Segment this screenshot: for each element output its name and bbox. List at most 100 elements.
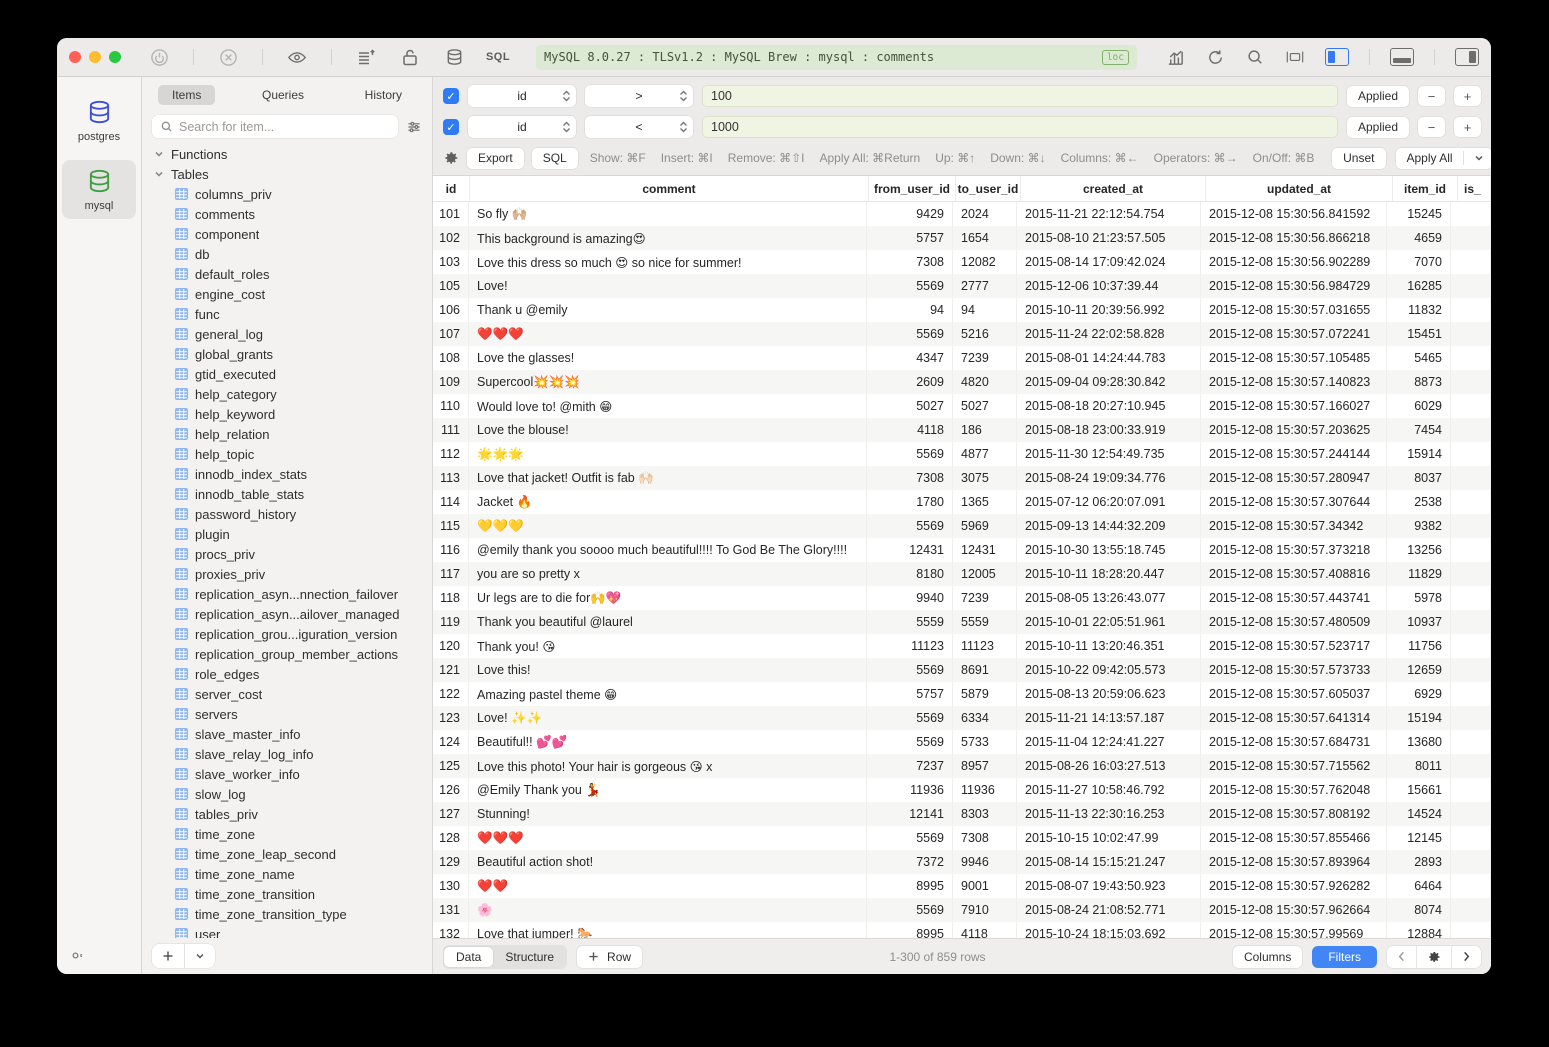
cell-from_user_id[interactable]: 5569 xyxy=(867,442,953,466)
cell-comment[interactable]: Supercool💥💥💥 xyxy=(469,370,867,394)
tree-section-tables[interactable]: Tables xyxy=(142,164,432,184)
sidebar-table-item[interactable]: innodb_table_stats xyxy=(142,484,432,504)
cell-item_id[interactable]: 13256 xyxy=(1387,538,1451,562)
cell-from_user_id[interactable]: 12141 xyxy=(867,802,953,826)
sidebar-table-item[interactable]: replication_group_member_actions xyxy=(142,644,432,664)
sql-icon[interactable]: SQL xyxy=(488,47,508,67)
cell-is[interactable] xyxy=(1451,370,1491,394)
sidebar-table-item[interactable]: time_zone_transition_type xyxy=(142,904,432,924)
cell-comment[interactable]: Thank you! 😘 xyxy=(469,634,867,658)
cell-item_id[interactable]: 13680 xyxy=(1387,730,1451,754)
cell-from_user_id[interactable]: 5757 xyxy=(867,226,953,250)
cell-is[interactable] xyxy=(1451,922,1491,938)
cell-updated_at[interactable]: 2015-12-08 15:30:57.480509 xyxy=(1201,610,1387,634)
cell-id[interactable]: 120 xyxy=(433,634,469,658)
cell-is[interactable] xyxy=(1451,274,1491,298)
cell-from_user_id[interactable]: 5569 xyxy=(867,706,953,730)
cell-comment[interactable]: Thank u @emily xyxy=(469,298,867,322)
cell-created_at[interactable]: 2015-10-15 10:02:47.99 xyxy=(1017,826,1201,850)
cell-updated_at[interactable]: 2015-12-08 15:30:57.34342 xyxy=(1201,514,1387,538)
refresh-icon[interactable] xyxy=(1205,47,1225,67)
cell-from_user_id[interactable]: 5569 xyxy=(867,322,953,346)
cell-id[interactable]: 125 xyxy=(433,754,469,778)
cell-id[interactable]: 124 xyxy=(433,730,469,754)
cell-id[interactable]: 110 xyxy=(433,394,469,418)
cell-id[interactable]: 132 xyxy=(433,922,469,938)
cell-created_at[interactable]: 2015-09-04 09:28:30.842 xyxy=(1017,370,1201,394)
cell-is[interactable] xyxy=(1451,538,1491,562)
cell-id[interactable]: 101 xyxy=(433,202,469,226)
cell-comment[interactable]: Love! ✨✨ xyxy=(469,706,867,730)
cell-id[interactable]: 111 xyxy=(433,418,469,442)
cell-is[interactable] xyxy=(1451,706,1491,730)
cell-id[interactable]: 109 xyxy=(433,370,469,394)
cell-created_at[interactable]: 2015-08-18 23:00:33.919 xyxy=(1017,418,1201,442)
cell-is[interactable] xyxy=(1451,850,1491,874)
cell-from_user_id[interactable]: 11123 xyxy=(867,634,953,658)
cell-updated_at[interactable]: 2015-12-08 15:30:56.866218 xyxy=(1201,226,1387,250)
cell-comment[interactable]: 🌸 xyxy=(469,898,867,922)
cell-to_user_id[interactable]: 5216 xyxy=(953,322,1017,346)
cell-id[interactable]: 106 xyxy=(433,298,469,322)
cell-item_id[interactable]: 15245 xyxy=(1387,202,1451,226)
cell-id[interactable]: 130 xyxy=(433,874,469,898)
cell-id[interactable]: 123 xyxy=(433,706,469,730)
cell-item_id[interactable]: 2538 xyxy=(1387,490,1451,514)
cell-updated_at[interactable]: 2015-12-08 15:30:57.031655 xyxy=(1201,298,1387,322)
filter-settings-gear-icon[interactable] xyxy=(443,150,459,166)
cell-is[interactable] xyxy=(1451,322,1491,346)
cell-id[interactable]: 128 xyxy=(433,826,469,850)
tree-section-functions[interactable]: Functions xyxy=(142,144,432,164)
sidebar-table-item[interactable]: columns_priv xyxy=(142,184,432,204)
cell-from_user_id[interactable]: 8180 xyxy=(867,562,953,586)
cell-is[interactable] xyxy=(1451,826,1491,850)
apply-all-button[interactable]: Apply All xyxy=(1396,148,1492,169)
cell-id[interactable]: 114 xyxy=(433,490,469,514)
columns-button[interactable]: Columns xyxy=(1233,946,1302,968)
cell-is[interactable] xyxy=(1451,634,1491,658)
cell-id[interactable]: 118 xyxy=(433,586,469,610)
cell-item_id[interactable]: 7454 xyxy=(1387,418,1451,442)
cell-created_at[interactable]: 2015-08-01 14:24:44.783 xyxy=(1017,346,1201,370)
cell-created_at[interactable]: 2015-08-24 21:08:52.771 xyxy=(1017,898,1201,922)
cell-created_at[interactable]: 2015-11-21 22:12:54.754 xyxy=(1017,202,1201,226)
next-page-button[interactable] xyxy=(1451,946,1481,968)
column-header-from_user_id[interactable]: from_user_id xyxy=(869,176,956,201)
cell-created_at[interactable]: 2015-08-18 20:27:10.945 xyxy=(1017,394,1201,418)
cell-id[interactable]: 117 xyxy=(433,562,469,586)
cell-to_user_id[interactable]: 4877 xyxy=(953,442,1017,466)
cell-comment[interactable]: Thank you beautiful @laurel xyxy=(469,610,867,634)
cell-created_at[interactable]: 2015-08-26 16:03:27.513 xyxy=(1017,754,1201,778)
sidebar-table-item[interactable]: gtid_executed xyxy=(142,364,432,384)
cell-created_at[interactable]: 2015-09-13 14:44:32.209 xyxy=(1017,514,1201,538)
cell-to_user_id[interactable]: 3075 xyxy=(953,466,1017,490)
cell-updated_at[interactable]: 2015-12-08 15:30:57.962664 xyxy=(1201,898,1387,922)
cell-item_id[interactable]: 14524 xyxy=(1387,802,1451,826)
cell-from_user_id[interactable]: 5569 xyxy=(867,826,953,850)
cell-is[interactable] xyxy=(1451,898,1491,922)
cell-updated_at[interactable]: 2015-12-08 15:30:56.984729 xyxy=(1201,274,1387,298)
cell-item_id[interactable]: 11832 xyxy=(1387,298,1451,322)
tab-data[interactable]: Data xyxy=(444,947,493,967)
database-icon[interactable] xyxy=(444,47,464,67)
cell-item_id[interactable]: 8873 xyxy=(1387,370,1451,394)
add-item-dropdown[interactable] xyxy=(184,944,215,968)
filter-operator-select[interactable]: > xyxy=(585,85,693,107)
cell-id[interactable]: 108 xyxy=(433,346,469,370)
cell-is[interactable] xyxy=(1451,346,1491,370)
cell-created_at[interactable]: 2015-10-11 13:20:46.351 xyxy=(1017,634,1201,658)
cell-item_id[interactable]: 6929 xyxy=(1387,682,1451,706)
disconnect-icon[interactable] xyxy=(218,47,238,67)
cell-created_at[interactable]: 2015-11-13 22:30:16.253 xyxy=(1017,802,1201,826)
add-filter-button[interactable]: + xyxy=(1454,117,1481,137)
cell-created_at[interactable]: 2015-11-24 22:02:58.828 xyxy=(1017,322,1201,346)
cell-created_at[interactable]: 2015-08-05 13:26:43.077 xyxy=(1017,586,1201,610)
filter-value-input[interactable]: 1000 xyxy=(702,116,1338,138)
cell-is[interactable] xyxy=(1451,466,1491,490)
connect-icon[interactable] xyxy=(149,47,169,67)
cell-comment[interactable]: you are so pretty x xyxy=(469,562,867,586)
cell-item_id[interactable]: 2893 xyxy=(1387,850,1451,874)
cell-to_user_id[interactable]: 8303 xyxy=(953,802,1017,826)
applied-button[interactable]: Applied xyxy=(1347,117,1409,138)
cell-to_user_id[interactable]: 5733 xyxy=(953,730,1017,754)
